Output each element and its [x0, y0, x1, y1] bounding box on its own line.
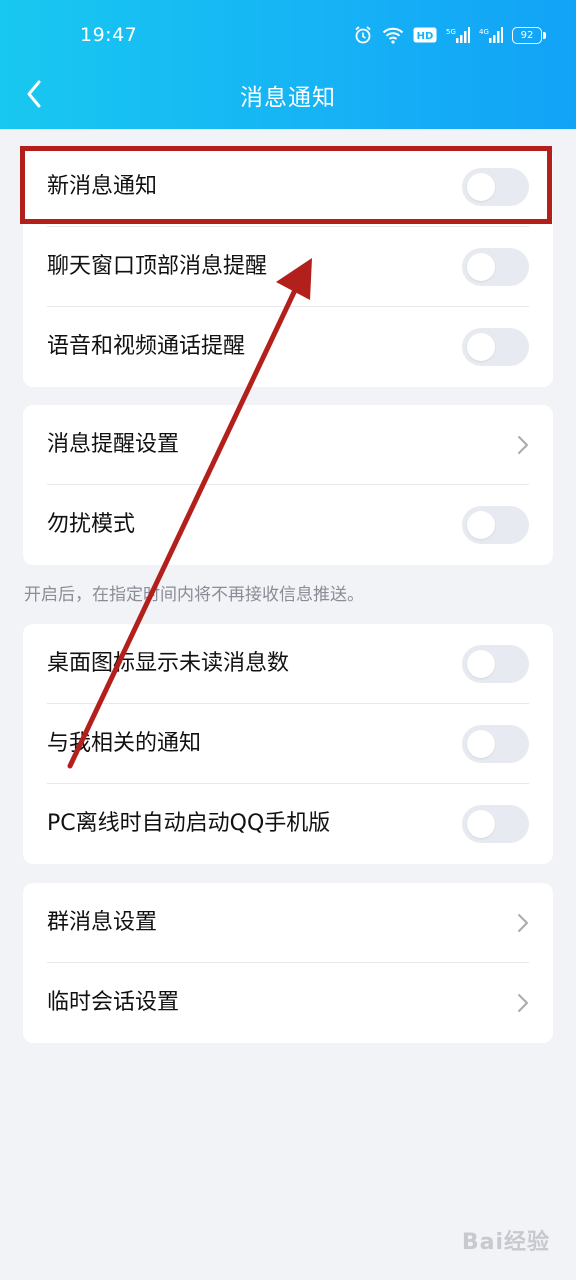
related-notify-toggle[interactable] — [462, 725, 529, 763]
row-label: 勿扰模式 — [47, 512, 136, 537]
notification-card: 新消息通知 聊天窗口顶部消息提醒 语音和视频通话提醒 — [23, 147, 553, 387]
display-card: 桌面图标显示未读消息数 与我相关的通知 PC离线时自动启动QQ手机版 — [23, 624, 553, 864]
reminder-card: 消息提醒设置 勿扰模式 — [23, 405, 553, 565]
hd-icon: HD — [413, 27, 437, 43]
toggle-knob — [467, 730, 495, 758]
dnd-note: 开启后，在指定时间内将不再接收信息推送。 — [24, 585, 364, 605]
title-bar: 19:47 HD 5G 4G 92 消息通知 — [0, 0, 576, 129]
do-not-disturb-toggle[interactable] — [462, 506, 529, 544]
row-temp-chat-settings[interactable]: 临时会话设置 — [23, 963, 553, 1043]
row-related-notify[interactable]: 与我相关的通知 — [23, 704, 553, 784]
toggle-knob — [467, 650, 495, 678]
svg-text:HD: HD — [417, 31, 434, 42]
row-call-alert[interactable]: 语音和视频通话提醒 — [23, 307, 553, 387]
row-label: 临时会话设置 — [47, 990, 180, 1015]
toggle-knob — [467, 173, 495, 201]
alarm-icon — [353, 25, 373, 45]
row-label: 与我相关的通知 — [47, 731, 202, 756]
row-reminder-settings[interactable]: 消息提醒设置 — [23, 405, 553, 485]
row-unread-badge[interactable]: 桌面图标显示未读消息数 — [23, 624, 553, 704]
unread-badge-toggle[interactable] — [462, 645, 529, 683]
wifi-icon — [382, 26, 404, 44]
chat-top-alert-toggle[interactable] — [462, 248, 529, 286]
toggle-knob — [467, 333, 495, 361]
pc-offline-autostart-toggle[interactable] — [462, 805, 529, 843]
row-label: 聊天窗口顶部消息提醒 — [47, 254, 268, 279]
row-label: 桌面图标显示未读消息数 — [47, 651, 290, 676]
row-label: 群消息设置 — [47, 910, 158, 935]
row-label: 新消息通知 — [47, 174, 158, 199]
toggle-knob — [467, 810, 495, 838]
group-card: 群消息设置 临时会话设置 — [23, 883, 553, 1043]
chevron-right-icon — [518, 436, 528, 454]
toggle-knob — [467, 511, 495, 539]
row-new-message-notify[interactable]: 新消息通知 — [23, 147, 553, 227]
status-time: 19:47 — [80, 24, 138, 46]
status-icons: HD 5G 4G 92 — [353, 25, 546, 45]
watermark: Bai经验 — [461, 1230, 550, 1255]
row-label: PC离线时自动启动QQ手机版 — [47, 811, 331, 836]
svg-text:4G: 4G — [479, 28, 489, 36]
battery-icon: 92 — [512, 26, 546, 44]
row-do-not-disturb[interactable]: 勿扰模式 — [23, 485, 553, 565]
call-alert-toggle[interactable] — [462, 328, 529, 366]
chevron-right-icon — [518, 914, 528, 932]
chevron-right-icon — [518, 994, 528, 1012]
new-message-toggle[interactable] — [462, 168, 529, 206]
row-label: 语音和视频通话提醒 — [47, 334, 246, 359]
row-pc-offline-autostart[interactable]: PC离线时自动启动QQ手机版 — [23, 784, 553, 864]
row-label: 消息提醒设置 — [47, 432, 180, 457]
page-title: 消息通知 — [240, 85, 336, 111]
signal-4g-icon: 4G — [479, 26, 503, 44]
row-chat-top-alert[interactable]: 聊天窗口顶部消息提醒 — [23, 227, 553, 307]
toggle-knob — [467, 253, 495, 281]
svg-text:5G: 5G — [446, 28, 456, 36]
row-group-message-settings[interactable]: 群消息设置 — [23, 883, 553, 963]
signal-5g-icon: 5G — [446, 26, 470, 44]
